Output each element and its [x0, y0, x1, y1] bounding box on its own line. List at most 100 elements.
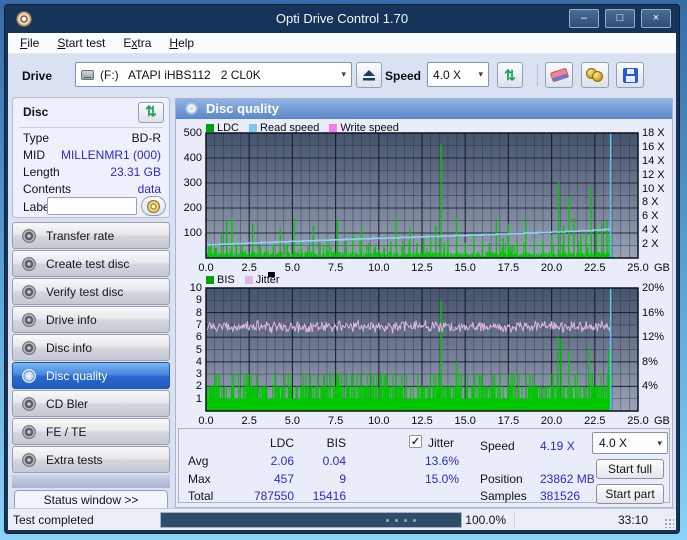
- jitter-checkbox[interactable]: ✓: [409, 435, 422, 448]
- refresh-icon: ⇅: [504, 69, 516, 81]
- sidebar-item-label: Verify test disc: [46, 285, 123, 299]
- disc-panel-title: Disc: [23, 105, 48, 119]
- disc-quality-panel: Disc quality LDCRead speedWrite speed BI…: [175, 98, 673, 508]
- tick-label: 20%: [642, 282, 676, 294]
- label-input[interactable]: [47, 197, 137, 215]
- tick-label: 8: [176, 307, 202, 319]
- cd-icon: [22, 229, 36, 243]
- sidebar-item-label: Drive info: [46, 313, 97, 327]
- chevron-down-icon: ▾: [475, 69, 488, 80]
- sidebar-item-label: Disc quality: [46, 369, 107, 383]
- samples-stat-label: Samples: [480, 489, 538, 503]
- maximize-button[interactable]: □: [605, 9, 635, 28]
- disc-contents-value: data: [138, 182, 161, 196]
- total-row-label: Total: [188, 489, 232, 503]
- menu-help[interactable]: Help: [169, 36, 194, 50]
- sidebar-item-extra-tests[interactable]: Extra tests: [12, 446, 170, 473]
- status-bar: Test completed 100.0% 33:10: [8, 508, 676, 530]
- tick-label: 8%: [642, 356, 676, 368]
- write-label-button[interactable]: [141, 196, 166, 216]
- start-part-button[interactable]: Start part: [596, 484, 664, 504]
- title-bar[interactable]: Opti Drive Control 1.70 – □ ×: [5, 5, 679, 33]
- tick-label: 25.0: [621, 415, 655, 427]
- avg-row-label: Avg: [188, 454, 232, 468]
- tick-label: 10 X: [642, 183, 676, 195]
- eject-icon: [362, 69, 376, 81]
- sidebar-item-fe-te[interactable]: FE / TE: [12, 418, 170, 445]
- window-content: FileStart testExtraHelp Drive (F:) ATAPI…: [8, 33, 676, 530]
- bis-column-header: BIS: [298, 436, 346, 450]
- tick-label: 7.5: [319, 415, 353, 427]
- tick-label: 16%: [642, 307, 676, 319]
- disc-refresh-button[interactable]: ⇅: [138, 102, 164, 123]
- tick-label: 2 X: [642, 238, 676, 250]
- save-button[interactable]: [616, 62, 644, 88]
- sidebar-item-transfer-rate[interactable]: Transfer rate: [12, 222, 170, 249]
- test-speed-select[interactable]: 4.0 X ▾: [592, 432, 668, 454]
- erase-disc-button[interactable]: [545, 62, 573, 88]
- speed-select[interactable]: 4.0 X ▾: [427, 62, 489, 87]
- sidebar-item-label: CD Bler: [46, 397, 88, 411]
- sidebar-item-cd-bler[interactable]: CD Bler: [12, 390, 170, 417]
- status-text: Test completed: [13, 513, 94, 527]
- cd-icon: [22, 369, 36, 383]
- max-jitter-value: 15.0%: [399, 472, 459, 486]
- tick-label: 12%: [642, 331, 676, 343]
- tick-label: 300: [176, 177, 202, 189]
- chevron-down-icon: ▾: [654, 438, 667, 449]
- tick-label: 14 X: [642, 155, 676, 167]
- tick-label: 7: [176, 319, 202, 331]
- register-button[interactable]: [581, 62, 609, 88]
- sidebar-item-verify-test-disc[interactable]: Verify test disc: [12, 278, 170, 305]
- cd-icon: [22, 341, 36, 355]
- resize-grip[interactable]: [664, 518, 674, 528]
- drive-select-value: (F:) ATAPI iHBS112 2 CL0K: [100, 68, 261, 82]
- floppy-save-icon: [623, 68, 638, 83]
- sidebar-item-drive-info[interactable]: Drive info: [12, 306, 170, 333]
- disc-type-value: BD-R: [132, 131, 161, 145]
- sidebar-item-disc-quality[interactable]: Disc quality: [12, 362, 170, 389]
- panel-header: Disc quality: [176, 99, 672, 119]
- cd-icon: [22, 397, 36, 411]
- minimize-button[interactable]: –: [569, 9, 599, 28]
- speed-stat-label: Speed: [480, 439, 538, 453]
- tick-label: 2.5: [232, 415, 266, 427]
- cd-icon: [22, 313, 36, 327]
- sidebar-item-label: Disc info: [46, 341, 92, 355]
- sidebar-divider: [12, 475, 170, 488]
- tick-label: 2.5: [232, 262, 266, 274]
- tick-label: 0.0: [189, 415, 223, 427]
- tick-label: 4%: [642, 380, 676, 392]
- tick-label: 9: [176, 294, 202, 306]
- sidebar-item-label: Transfer rate: [46, 229, 114, 243]
- drive-select[interactable]: (F:) ATAPI iHBS112 2 CL0K ▾: [75, 62, 352, 87]
- tick-label: 12.5: [405, 262, 439, 274]
- refresh-speeds-button[interactable]: ⇅: [497, 62, 523, 88]
- menu-start-test[interactable]: Start test: [57, 36, 105, 50]
- tick-label: 100: [176, 227, 202, 239]
- start-full-button[interactable]: Start full: [596, 459, 664, 479]
- total-bis-value: 15416: [298, 489, 346, 503]
- toolbar-separator: [537, 64, 538, 86]
- sidebar-item-create-test-disc[interactable]: Create test disc: [12, 250, 170, 277]
- cd-icon: [22, 425, 36, 439]
- eject-button[interactable]: [356, 62, 382, 88]
- status-separator: [514, 513, 515, 527]
- cd-icon: [22, 453, 36, 467]
- tick-label: 22.5: [578, 415, 612, 427]
- bis-jitter-chart: [176, 273, 674, 425]
- menu-file[interactable]: File: [20, 36, 39, 50]
- tick-label: 4 X: [642, 224, 676, 236]
- tick-label: 5.0: [275, 262, 309, 274]
- close-button[interactable]: ×: [641, 9, 671, 28]
- cd-icon: [22, 285, 36, 299]
- tick-label: 400: [176, 152, 202, 164]
- speed-select-value: 4.0 X: [433, 68, 461, 82]
- tick-label: 4: [176, 356, 202, 368]
- menu-extra[interactable]: Extra: [123, 36, 151, 50]
- position-stat-label: Position: [480, 472, 538, 486]
- tick-label: GB: [654, 262, 676, 274]
- tick-label: 25.0: [621, 262, 655, 274]
- sidebar-item-disc-info[interactable]: Disc info: [12, 334, 170, 361]
- disc-length-row: Length23.31 GB: [23, 165, 161, 179]
